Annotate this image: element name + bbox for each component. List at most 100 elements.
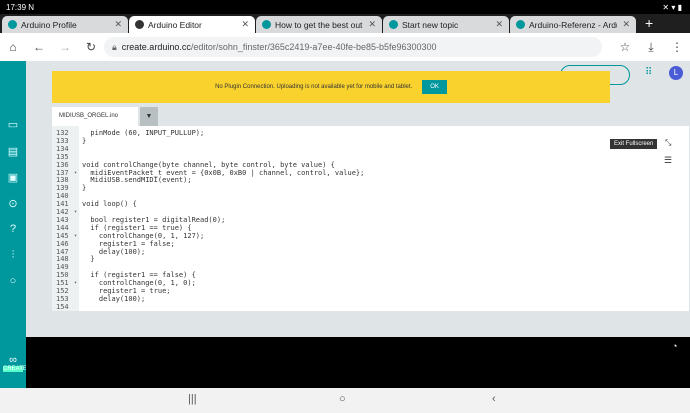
recents-icon[interactable]: ||| bbox=[188, 393, 197, 405]
reload-icon[interactable]: ↻ bbox=[78, 40, 104, 54]
close-icon[interactable]: ✕ bbox=[114, 19, 122, 30]
new-tab-icon[interactable]: + bbox=[645, 14, 653, 33]
code-line: register1 = true; bbox=[82, 287, 171, 295]
home-nav-icon[interactable]: ○ bbox=[339, 393, 346, 405]
line-number: 154 bbox=[56, 302, 69, 311]
menu-icon[interactable]: ⋮ bbox=[664, 40, 690, 54]
features-icon[interactable]: ○ bbox=[0, 275, 26, 301]
arduino-favicon-icon bbox=[516, 20, 525, 29]
line-number: 142 bbox=[56, 208, 69, 216]
url-domain: create.arduino.cc bbox=[121, 42, 191, 52]
forward-icon[interactable]: → bbox=[52, 40, 78, 54]
line-number: 153 bbox=[56, 294, 69, 303]
line-number: 149 bbox=[56, 263, 69, 272]
indent-icon[interactable]: ☰ bbox=[664, 155, 672, 166]
line-number: 141 bbox=[56, 200, 69, 209]
download-icon[interactable]: ⤓ bbox=[638, 40, 664, 55]
star-icon[interactable]: ☆ bbox=[612, 40, 638, 54]
examples-icon[interactable]: ▤ bbox=[0, 145, 26, 171]
plugin-warning-banner: No Plugin Connection. Uploading is not a… bbox=[52, 71, 610, 103]
line-number: 134 bbox=[56, 144, 69, 153]
code-line: if (register1 == true) { bbox=[82, 223, 192, 232]
status-bar: 17:39 N ✕ ▾ ▮ bbox=[0, 0, 690, 14]
file-tab-dropdown[interactable]: ▼ bbox=[140, 107, 158, 126]
code-line: } bbox=[82, 136, 87, 145]
close-icon[interactable]: ✕ bbox=[622, 19, 630, 30]
libraries-icon[interactable]: ▣ bbox=[0, 171, 26, 197]
ok-button[interactable]: OK bbox=[422, 80, 447, 94]
back-nav-icon[interactable]: ‹ bbox=[492, 393, 496, 405]
fold-toggle-icon[interactable]: ▾ bbox=[74, 208, 77, 216]
code-line: register1 = false; bbox=[82, 239, 175, 248]
line-number: 143 bbox=[56, 215, 69, 224]
lock-icon: 🔒︎ bbox=[112, 41, 117, 52]
clock: 17:39 bbox=[6, 3, 27, 12]
code-line: bool register1 = digitalRead(0); bbox=[82, 215, 226, 224]
close-icon[interactable]: ✕ bbox=[495, 19, 503, 30]
fold-toggle-icon[interactable]: ▾ bbox=[74, 279, 77, 287]
code-line: MidiUSB.sendMIDI(event); bbox=[82, 176, 192, 185]
line-number: 151 bbox=[56, 279, 69, 288]
exit-fullscreen-tooltip: Exit Fullscreen bbox=[610, 139, 658, 149]
line-number: 135 bbox=[56, 152, 69, 161]
notification-icons: N bbox=[28, 3, 35, 12]
apps-grid-icon[interactable]: ⠿ bbox=[645, 67, 652, 78]
code-line: if (register1 == false) { bbox=[82, 271, 196, 280]
url-input[interactable]: 🔒︎ create.arduino.cc/editor/sohn_finster/… bbox=[104, 37, 602, 57]
exit-fullscreen-icon[interactable]: ⤡ bbox=[665, 138, 671, 148]
line-number: 133 bbox=[56, 136, 69, 145]
code-line: } bbox=[82, 255, 95, 264]
close-icon[interactable]: ✕ bbox=[241, 19, 249, 30]
code-line: delay(100); bbox=[82, 294, 146, 303]
preferences-icon[interactable]: ⫶ bbox=[0, 249, 26, 275]
arduino-favicon-icon bbox=[389, 20, 398, 29]
line-number: 132 bbox=[56, 129, 69, 137]
tab-how-to[interactable]: How to get the best out of ✕ bbox=[256, 16, 382, 33]
help-icon[interactable]: ? bbox=[0, 223, 26, 249]
tab-arduino-editor[interactable]: Arduino Editor ✕ bbox=[129, 16, 255, 33]
tab-label: Arduino-Referenz - Arduin bbox=[529, 19, 617, 30]
tab-label: How to get the best out of bbox=[275, 19, 363, 30]
code-line: delay(100); bbox=[82, 247, 146, 256]
line-number: 138 bbox=[56, 176, 69, 185]
fold-toggle-icon[interactable]: ▾ bbox=[74, 232, 77, 240]
android-nav-bar: ||| ○ ‹ bbox=[0, 388, 690, 413]
line-number: 140 bbox=[56, 192, 69, 201]
avatar[interactable]: L bbox=[669, 66, 683, 80]
line-number: 145 bbox=[56, 231, 69, 240]
line-number: 139 bbox=[56, 184, 69, 193]
line-number: 146 bbox=[56, 239, 69, 248]
code-line: controlChange(0, 1, 0); bbox=[82, 279, 196, 288]
browser-tabs: Arduino Profile ✕ Arduino Editor ✕ How to … bbox=[0, 14, 690, 33]
arduino-create-logo: ∞ CREATE bbox=[3, 354, 27, 372]
tab-start-new-topic[interactable]: Start new topic ✕ bbox=[383, 16, 509, 33]
file-tab[interactable]: MIDIUSB_ORGEL.ino bbox=[52, 107, 138, 126]
home-icon[interactable]: ⌂ bbox=[0, 40, 26, 54]
line-number: 137 bbox=[56, 168, 69, 177]
tab-arduino-profile[interactable]: Arduino Profile ✕ bbox=[2, 16, 128, 33]
monitor-icon[interactable]: ⊙ bbox=[0, 197, 26, 223]
folder-icon[interactable]: ▭ bbox=[0, 118, 26, 144]
banner-message: No Plugin Connection. Uploading is not a… bbox=[215, 84, 413, 90]
line-number: 148 bbox=[56, 255, 69, 264]
code-line: controlChange(0, 1, 127); bbox=[82, 231, 205, 240]
arduino-favicon-icon bbox=[262, 20, 271, 29]
address-bar: ⌂ ← → ↻ 🔒︎ create.arduino.cc/editor/sohn_… bbox=[0, 33, 690, 61]
line-number: 136 bbox=[56, 160, 69, 169]
fold-toggle-icon[interactable]: ▾ bbox=[74, 169, 77, 177]
tab-arduino-referenz[interactable]: Arduino-Referenz - Arduin ✕ bbox=[510, 16, 636, 33]
line-number: 147 bbox=[56, 247, 69, 256]
arduino-favicon-icon bbox=[8, 20, 17, 29]
tab-label: Start new topic bbox=[402, 19, 459, 30]
code-line: void controlChange(byte channel, byte co… bbox=[82, 160, 335, 169]
code-line: pinMode (60, INPUT_PULLUP); bbox=[82, 129, 205, 137]
back-icon[interactable]: ← bbox=[26, 40, 52, 54]
arduino-favicon-icon bbox=[135, 20, 144, 29]
code-line: midiEventPacket_t event = {0x0B, 0xB0 | … bbox=[82, 168, 365, 177]
close-icon[interactable]: ✕ bbox=[368, 19, 376, 30]
url-path: /editor/sohn_finster/365c2419-a7ee-40fe-… bbox=[190, 42, 437, 52]
line-number: 144 bbox=[56, 223, 69, 232]
console-toggle-icon[interactable]: ◔ bbox=[672, 341, 677, 351]
tab-label: Arduino Editor bbox=[148, 19, 202, 30]
tab-label: Arduino Profile bbox=[21, 19, 77, 30]
